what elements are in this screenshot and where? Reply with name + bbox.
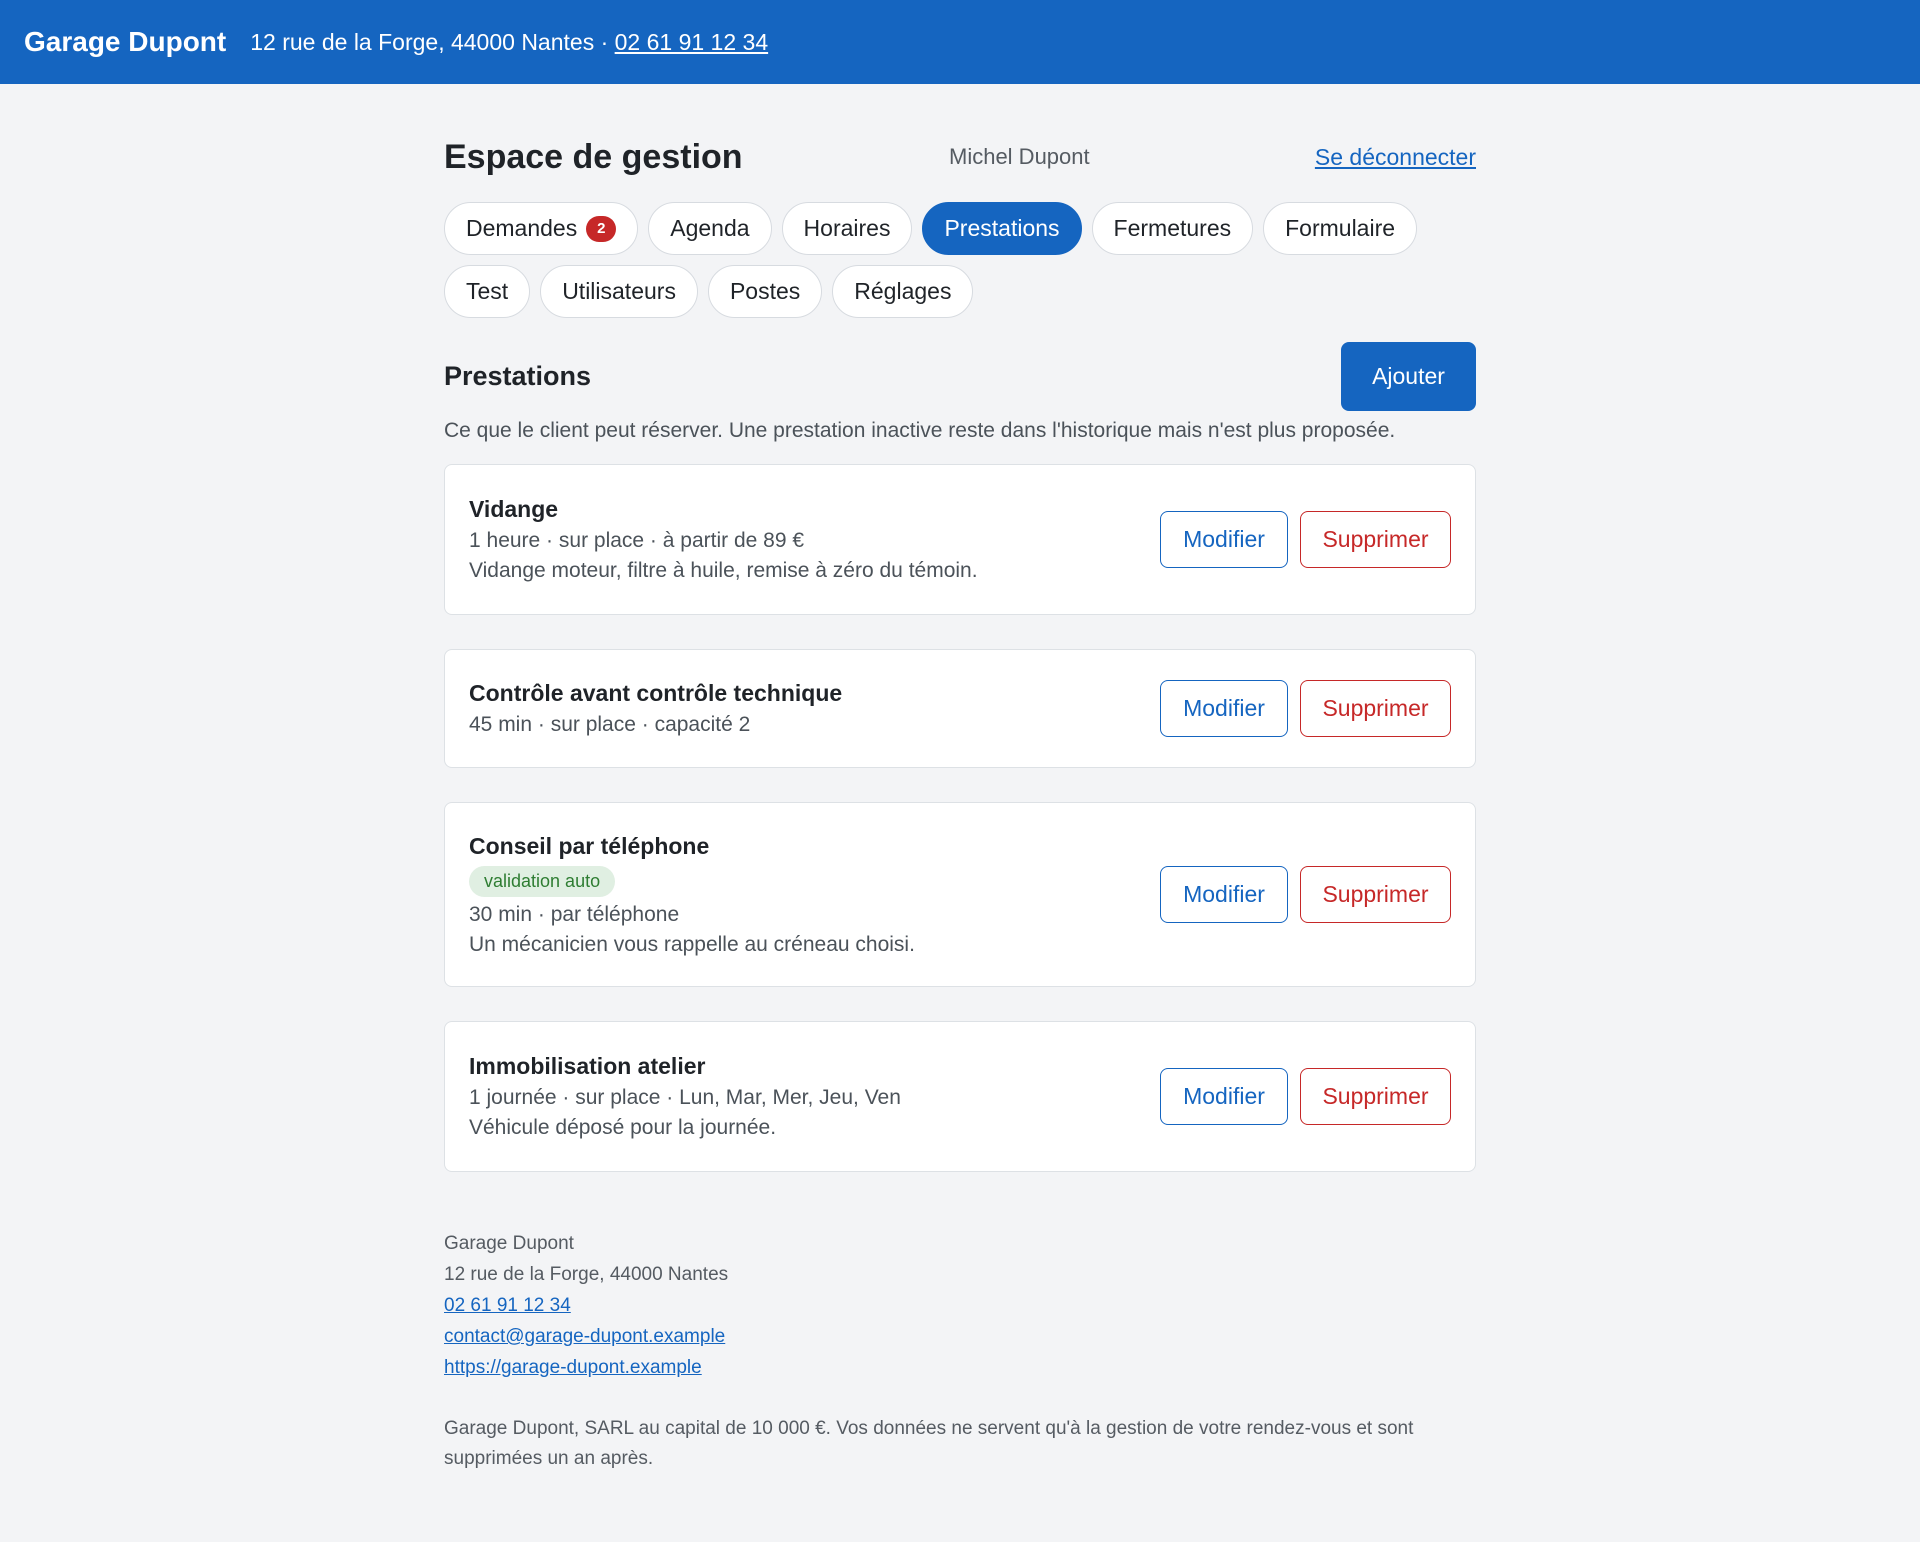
tab-utilisateurs[interactable]: Utilisateurs: [540, 265, 698, 318]
tab-postes[interactable]: Postes: [707, 265, 823, 318]
top-contact: 12 rue de la Forge, 44000 Nantes · 02 61…: [250, 29, 768, 56]
service-info: Vidange 1 heure · sur place · à partir d…: [469, 496, 978, 583]
service-list: Vidange 1 heure · sur place · à partir d…: [444, 464, 1476, 1172]
footer-legal-notice: Garage Dupont, SARL au capital de 10 000…: [444, 1418, 1414, 1469]
service-meta: 45 min · sur place · capacité 2: [469, 713, 751, 736]
service-meta: 30 min · par téléphone: [469, 902, 680, 926]
service-meta: 1 heure · sur place · à partir de 89 €: [469, 529, 805, 552]
tab-formulaire[interactable]: Formulaire: [1263, 202, 1418, 255]
auto-validation-badge: validation auto: [469, 865, 616, 897]
service-meta: 1 journée · sur place · Lun, Mar, Mer, J…: [469, 1086, 901, 1109]
tab-label: Agenda: [670, 215, 750, 241]
footer-name: Garage Dupont: [444, 1233, 574, 1254]
service-card: Conseil par téléphone validation auto 30…: [444, 802, 1476, 987]
footer-website-link[interactable]: https://garage-dupont.example: [444, 1352, 1476, 1383]
service-card: Vidange 1 heure · sur place · à partir d…: [444, 464, 1476, 615]
tab-prestations[interactable]: Prestations: [922, 202, 1082, 255]
count-badge: 2: [586, 215, 617, 242]
services-section: Prestations Ajouter Ce que le client peu…: [444, 342, 1476, 1172]
service-info: Immobilisation atelier 1 journée · sur p…: [469, 1053, 901, 1140]
delete-button[interactable]: Supprimer: [1300, 1068, 1451, 1125]
service-title: Contrôle avant contrôle technique: [469, 680, 843, 706]
section-header: Prestations Ajouter: [444, 342, 1476, 411]
service-description: Véhicule déposé pour la journée.: [469, 1116, 777, 1139]
service-card: Immobilisation atelier 1 journée · sur p…: [444, 1021, 1476, 1172]
service-description: Un mécanicien vous rappelle au créneau c…: [469, 932, 915, 956]
add-service-button[interactable]: Ajouter: [1341, 342, 1476, 411]
edit-button[interactable]: Modifier: [1160, 680, 1288, 737]
delete-button[interactable]: Supprimer: [1300, 866, 1451, 923]
edit-button[interactable]: Modifier: [1160, 866, 1288, 923]
service-title: Conseil par téléphone: [469, 832, 710, 859]
tab-label: Demandes: [466, 215, 578, 241]
service-card: Contrôle avant contrôle technique 45 min…: [444, 649, 1476, 768]
management-header: Espace de gestion Michel Dupont Se décon…: [444, 132, 1476, 182]
logout-link[interactable]: Se déconnecter: [1315, 144, 1476, 171]
tab-agenda[interactable]: Agenda: [648, 202, 772, 255]
tab-reglages[interactable]: Réglages: [832, 265, 974, 318]
tab-label: Test: [466, 278, 509, 304]
tab-label: Réglages: [854, 278, 952, 304]
edit-button[interactable]: Modifier: [1160, 1068, 1288, 1125]
brand-name: Garage Dupont: [24, 26, 227, 57]
service-actions: Modifier Supprimer: [1160, 1068, 1451, 1125]
service-actions: Modifier Supprimer: [1160, 680, 1451, 737]
top-address: 12 rue de la Forge, 44000 Nantes ·: [250, 28, 615, 55]
tab-label: Prestations: [944, 215, 1060, 241]
footer-address: 12 rue de la Forge, 44000 Nantes: [444, 1264, 729, 1285]
tab-fermetures[interactable]: Fermetures: [1091, 202, 1254, 255]
tab-test[interactable]: Test: [444, 265, 531, 318]
service-info: Conseil par téléphone validation auto 30…: [469, 833, 915, 957]
main-content: Espace de gestion Michel Dupont Se décon…: [444, 84, 1476, 1474]
tab-label: Horaires: [803, 215, 891, 241]
tab-horaires[interactable]: Horaires: [781, 202, 913, 255]
section-title: Prestations: [444, 361, 592, 391]
service-description: Vidange moteur, filtre à huile, remise à…: [469, 559, 978, 582]
tab-label: Fermetures: [1113, 215, 1232, 241]
tab-label: Utilisateurs: [562, 278, 676, 304]
service-actions: Modifier Supprimer: [1160, 511, 1451, 568]
top-bar: Garage Dupont 12 rue de la Forge, 44000 …: [0, 0, 1920, 84]
page-footer: Garage Dupont 12 rue de la Forge, 44000 …: [444, 1228, 1476, 1474]
footer-phone-link[interactable]: 02 61 91 12 34: [444, 1290, 1476, 1321]
top-phone-link[interactable]: 02 61 91 12 34: [615, 29, 768, 55]
tab-demandes[interactable]: Demandes 2: [444, 202, 639, 255]
delete-button[interactable]: Supprimer: [1300, 680, 1451, 737]
page-title: Espace de gestion: [444, 137, 743, 176]
user-name: Michel Dupont: [949, 144, 1090, 169]
section-description: Ce que le client peut réserver. Une pres…: [444, 419, 1396, 442]
tab-label: Postes: [729, 278, 801, 304]
footer-email-link[interactable]: contact@garage-dupont.example: [444, 1321, 1476, 1352]
tab-bar: Demandes 2 Agenda Horaires Prestations F…: [444, 202, 1476, 318]
service-title: Immobilisation atelier: [469, 1053, 706, 1079]
edit-button[interactable]: Modifier: [1160, 511, 1288, 568]
delete-button[interactable]: Supprimer: [1300, 511, 1451, 568]
service-actions: Modifier Supprimer: [1160, 866, 1451, 923]
service-title: Vidange: [469, 496, 559, 522]
tab-label: Formulaire: [1285, 215, 1396, 241]
service-info: Contrôle avant contrôle technique 45 min…: [469, 680, 842, 737]
